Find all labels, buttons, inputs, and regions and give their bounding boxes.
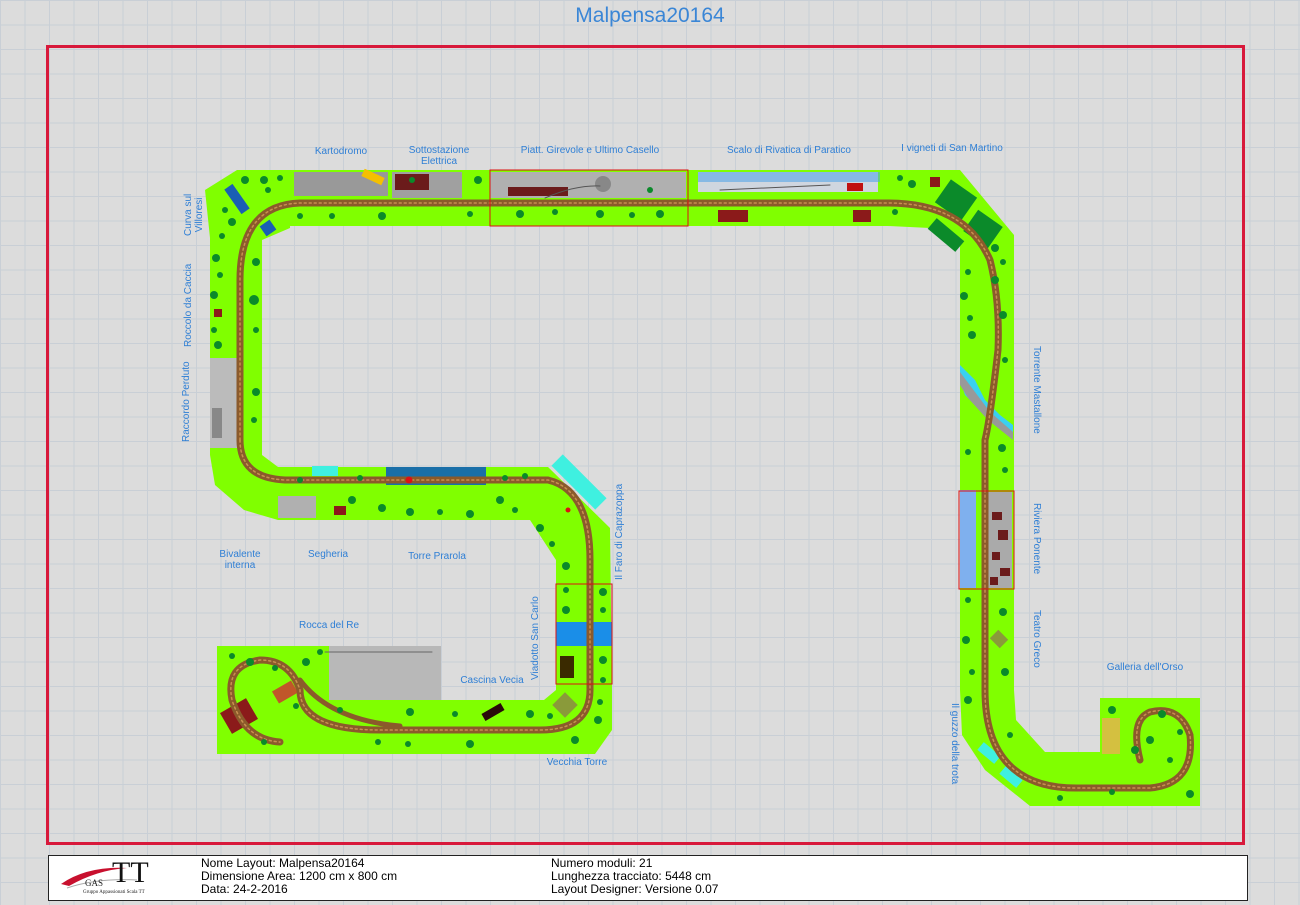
label-torre-prarola: Torre Prarola [408, 551, 466, 562]
label-kartodromo: Kartodromo [314, 146, 368, 157]
label-rocca-del-re: Rocca del Re [298, 620, 360, 631]
label-segheria: Segheria [307, 549, 349, 560]
info-designer: Layout Designer: Versione 0.07 [551, 882, 719, 896]
label-viadotto: Viadotto San Carlo [530, 596, 541, 680]
label-scalo-rivatica: Scalo di Rivatica di Paratico [727, 145, 851, 156]
info-date: Data: 24-2-2016 [201, 882, 288, 896]
logo-small-text: GAS [85, 878, 104, 888]
module-bases [205, 170, 1200, 806]
logo-main-text: TT [112, 856, 149, 889]
label-raccordo: Raccordo Perduto [181, 361, 192, 442]
label-cascina-vecia: Cascina Vecia [460, 675, 524, 686]
label-curva-villoresi: Curva sul Villoresi [183, 193, 205, 236]
label-faro-caprazoppa: Il Faro di Caprazoppa [614, 483, 625, 580]
gas-tt-logo: GAS TT Gruppo Appassionati Scala TT [57, 856, 167, 898]
info-col-left: Nome Layout: Malpensa20164 Dimensione Ar… [201, 857, 397, 896]
layout-plan [205, 168, 1200, 806]
label-riviera: Riviera Ponente [1031, 503, 1042, 575]
label-galleria: Galleria dell'Orso [1106, 662, 1184, 673]
label-guzzo: Il guzzo della trota [949, 703, 960, 785]
label-vigneti: I vigneti di San Martino [901, 143, 1003, 154]
label-teatro: Teatro Greco [1031, 610, 1042, 668]
label-torrente: Torrente Mastallone [1031, 346, 1042, 434]
label-roccolo: Roccolo da Caccia [183, 263, 194, 347]
label-bivalente: Bivalente interna [219, 549, 261, 571]
label-piatt-girevole: Piatt. Girevole e Ultimo Casello [520, 145, 660, 156]
label-sottostazione: Sottostazione Elettrica [408, 145, 470, 167]
info-col-right: Numero moduli: 21 Lunghezza tracciato: 5… [551, 857, 718, 896]
label-vecchia-torre: Vecchia Torre [546, 757, 608, 768]
logo-subtitle: Gruppo Appassionati Scala TT [83, 890, 145, 895]
info-panel: GAS TT Gruppo Appassionati Scala TT Nome… [48, 855, 1248, 901]
